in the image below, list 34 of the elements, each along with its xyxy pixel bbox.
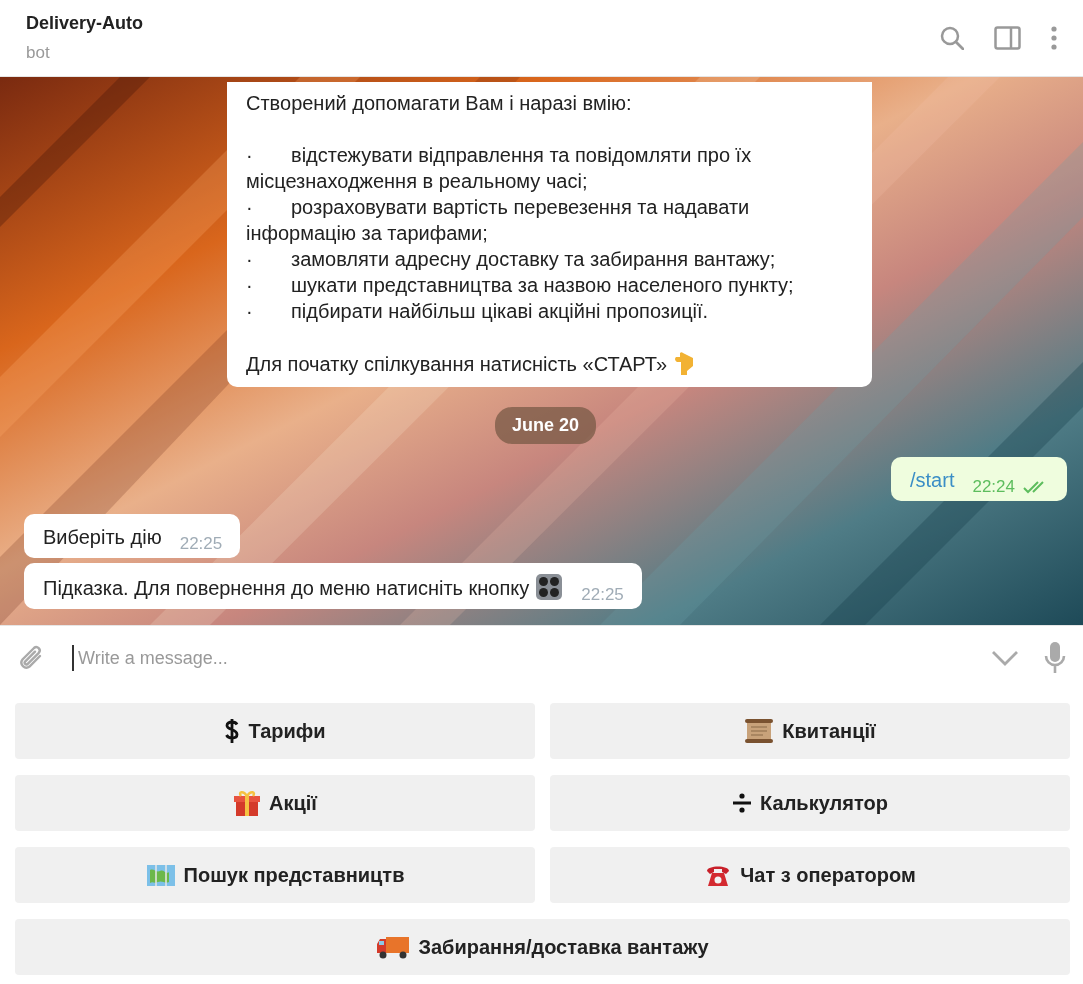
- keyboard-button[interactable]: Квитанції: [550, 703, 1070, 759]
- message-time: 22:24: [972, 477, 1015, 497]
- message-text: /start: [910, 469, 955, 491]
- delivery-truck-icon: [376, 934, 411, 960]
- keyboard-button[interactable]: Калькулятор: [550, 775, 1070, 831]
- chevron-down-icon[interactable]: [991, 650, 1019, 666]
- message-text: Виберіть дію: [43, 526, 162, 548]
- more-options-icon[interactable]: [1051, 26, 1057, 50]
- microphone-icon[interactable]: [1043, 641, 1067, 675]
- message-text: Створений допомагати Вам і наразі вмію:: [246, 92, 632, 114]
- list-item-text: · замовляти адресну доставку та забирання вантажу;: [246, 247, 777, 272]
- dollar-icon: [224, 718, 241, 744]
- map-icon: [145, 862, 176, 888]
- message-text: Підказка. Для повернення до меню натисніть кнопку: [43, 577, 530, 599]
- keyboard-button[interactable]: Тарифи: [15, 703, 535, 759]
- keyboard-button[interactable]: Забирання/доставка вантажу: [15, 919, 1070, 975]
- list-item-text: · шукати представництва за назвою населеного пункту;: [246, 273, 795, 298]
- list-item-text: · підбирати найбільш цікаві акційні пропозиції.: [246, 299, 710, 324]
- date-badge: June 20: [494, 407, 596, 444]
- keyboard-button[interactable]: Пошук представництв: [15, 847, 535, 903]
- message-time: 22:25: [179, 534, 223, 554]
- message-text: Для початку спілкування натисність «СТАРТ»: [246, 353, 668, 375]
- chat-title: Delivery-Auto: [26, 12, 145, 34]
- keyboard-button[interactable]: Чат з оператором: [550, 847, 1070, 903]
- division-sign-icon: [732, 792, 753, 814]
- list-item-text: · відстежувати відправлення та повідомляти про їх місцезнаходження в реальному часі;: [246, 143, 753, 194]
- list-item-text: · розраховувати вартість перевезення та надавати інформацію за тарифами;: [246, 195, 751, 246]
- keyboard-button[interactable]: Акції: [15, 775, 535, 831]
- scroll-icon: [744, 718, 775, 744]
- gift-icon: [233, 789, 262, 817]
- chat-subtitle: bot: [26, 42, 51, 64]
- search-icon[interactable]: [940, 26, 964, 50]
- message-time: 22:25: [581, 585, 624, 605]
- sidebar-toggle-icon[interactable]: [994, 26, 1021, 50]
